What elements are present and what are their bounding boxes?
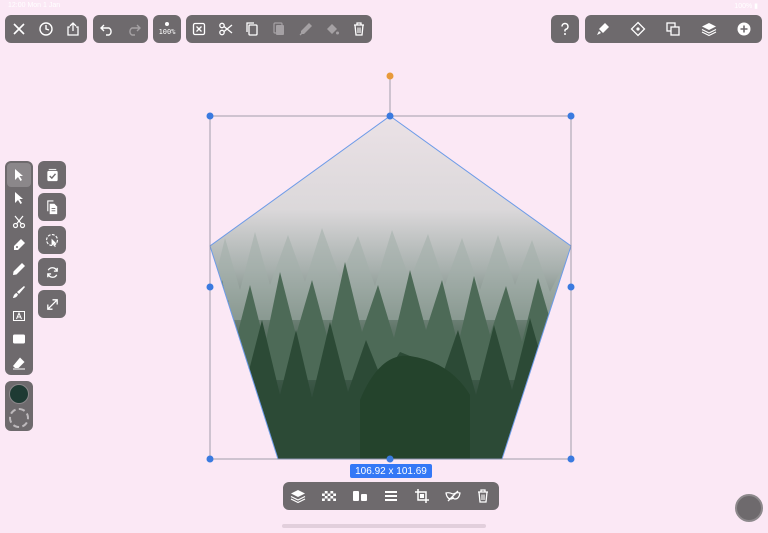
home-indicator[interactable] — [282, 524, 486, 528]
ctx-crop-button[interactable] — [410, 484, 434, 508]
ctx-transparency-button[interactable] — [317, 484, 341, 508]
resize-handle-right[interactable] — [567, 283, 575, 291]
resize-handle-bottom[interactable] — [386, 455, 394, 463]
ctx-mask-button[interactable] — [441, 484, 465, 508]
trash-icon — [478, 489, 489, 503]
ctx-distribute-button[interactable] — [379, 484, 403, 508]
canvas[interactable]: M — [0, 0, 768, 533]
ctx-align-button[interactable] — [348, 484, 372, 508]
layers-icon — [291, 490, 306, 504]
crop-icon — [414, 489, 429, 503]
mask-icon — [444, 490, 461, 502]
resize-handle-top[interactable] — [386, 112, 394, 120]
context-toolbar — [283, 482, 499, 510]
watermark-text: M — [520, 407, 548, 445]
dimensions-label: 106.92 x 101.69 — [350, 464, 432, 478]
rotate-handle[interactable] — [386, 72, 394, 80]
ctx-arrange-button[interactable] — [286, 484, 310, 508]
ctx-delete-button[interactable] — [471, 484, 495, 508]
checker-icon — [322, 491, 337, 501]
resize-handle-top-left[interactable] — [206, 112, 214, 120]
resize-handle-bottom-right[interactable] — [567, 455, 575, 463]
resize-handle-top-right[interactable] — [567, 112, 575, 120]
assistive-touch-button[interactable] — [735, 494, 763, 522]
resize-handle-left[interactable] — [206, 283, 214, 291]
pentagon-image[interactable]: M — [205, 110, 577, 470]
distribute-icon — [384, 491, 397, 501]
resize-handle-bottom-left[interactable] — [206, 455, 214, 463]
align-icon — [353, 491, 368, 501]
